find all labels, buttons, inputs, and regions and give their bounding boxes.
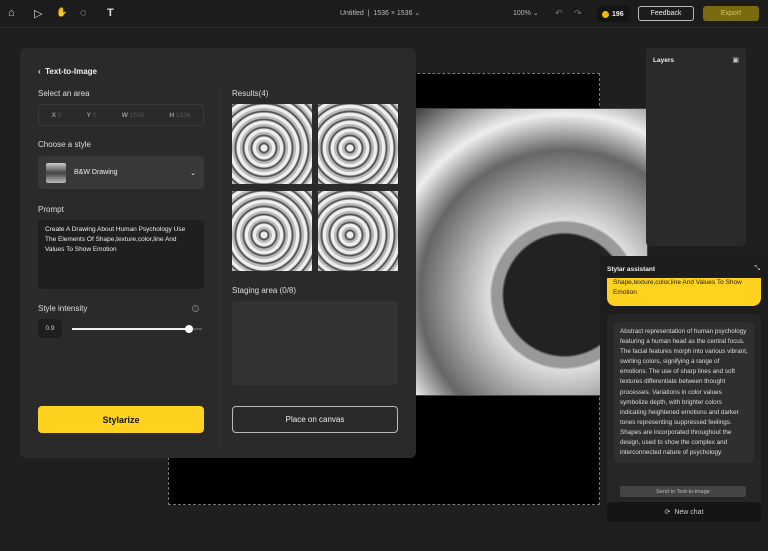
h-value: 1536 bbox=[175, 111, 191, 119]
result-image[interactable] bbox=[318, 191, 398, 271]
assistant-title: Stylar assistant bbox=[607, 266, 656, 273]
y-field[interactable]: Y 0 bbox=[87, 112, 97, 119]
new-chat-label: New chat bbox=[674, 508, 704, 516]
chevron-down-icon: ⌄ bbox=[190, 169, 196, 177]
panel-title-text: Text-to-Image bbox=[45, 67, 97, 76]
style-thumbnail bbox=[46, 162, 66, 183]
back-icon[interactable]: ‹ bbox=[38, 67, 41, 76]
stylarize-button[interactable]: Stylarize bbox=[38, 406, 204, 433]
staging-label: Staging area (0/8) bbox=[232, 286, 297, 295]
text-to-image-panel: ‹ Text-to-Image Select an area X 0 Y 0 W… bbox=[20, 48, 416, 458]
collapse-icon[interactable]: ⤡ bbox=[754, 265, 760, 273]
y-value: 0 bbox=[92, 111, 97, 119]
result-image[interactable] bbox=[232, 104, 312, 184]
choose-style-label: Choose a style bbox=[38, 140, 91, 149]
x-label: X bbox=[51, 111, 56, 119]
prompt-input[interactable]: Create A Drawing About Human Psychology … bbox=[38, 220, 204, 289]
file-name: Untitled bbox=[340, 10, 364, 17]
area-fields: X 0 Y 0 W 1536 H 1536 bbox=[38, 104, 204, 126]
select-tool-icon[interactable]: ▷ bbox=[34, 7, 42, 20]
style-dropdown[interactable]: B&W Drawing ⌄ bbox=[38, 156, 204, 189]
staging-area[interactable] bbox=[232, 301, 398, 385]
result-image[interactable] bbox=[232, 191, 312, 271]
place-on-canvas-button[interactable]: Place on canvas bbox=[232, 406, 398, 433]
hand-tool-icon[interactable]: ✋ bbox=[56, 7, 67, 18]
lasso-tool-icon[interactable]: ◌ bbox=[80, 7, 87, 19]
w-field[interactable]: W 1536 bbox=[122, 112, 144, 119]
info-icon[interactable]: i bbox=[192, 305, 199, 312]
select-area-label: Select an area bbox=[38, 89, 90, 98]
send-to-text-to-image-button[interactable]: Send to Text-to-image bbox=[620, 486, 746, 497]
export-button[interactable]: Export bbox=[703, 6, 759, 21]
style-intensity-label: Style intensity bbox=[38, 304, 88, 313]
zoom-select[interactable]: 100% ⌄ bbox=[513, 9, 539, 17]
top-toolbar: ⌂ ▷ ✋ ◌ T Untitled | 1536 × 1536 ⌄ 100% … bbox=[0, 0, 768, 28]
y-label: Y bbox=[86, 111, 91, 119]
h-field[interactable]: H 1536 bbox=[169, 112, 190, 119]
layers-panel: Layers ▣ bbox=[646, 48, 746, 246]
coin-icon bbox=[602, 10, 609, 18]
coin-balance: 196 bbox=[597, 6, 629, 22]
layers-icon[interactable]: ▣ bbox=[732, 56, 739, 64]
style-name: B&W Drawing bbox=[74, 169, 118, 176]
user-message: Shape,texture,color,line And Values To S… bbox=[607, 278, 761, 306]
undo-icon[interactable]: ↶ bbox=[555, 8, 563, 19]
result-image[interactable] bbox=[318, 104, 398, 184]
file-title[interactable]: Untitled | 1536 × 1536 ⌄ bbox=[340, 9, 420, 17]
intensity-value[interactable]: 0.9 bbox=[38, 319, 62, 338]
x-field[interactable]: X 0 bbox=[52, 112, 62, 119]
assistant-reply: Abstract representation of human psychol… bbox=[614, 322, 754, 464]
coin-count: 196 bbox=[612, 10, 624, 18]
assistant-message: Abstract representation of human psychol… bbox=[607, 314, 761, 514]
canvas-size: 1536 × 1536 ⌄ bbox=[373, 10, 421, 17]
slider-handle[interactable] bbox=[185, 325, 193, 333]
results-label: Results(4) bbox=[232, 89, 269, 98]
h-label: H bbox=[169, 111, 175, 119]
divider bbox=[220, 88, 221, 448]
redo-icon[interactable]: ↷ bbox=[574, 8, 582, 19]
layers-title: Layers bbox=[653, 57, 674, 64]
w-label: W bbox=[121, 111, 128, 119]
text-tool-icon[interactable]: T bbox=[107, 7, 114, 19]
refresh-icon: ⟳ bbox=[664, 509, 671, 516]
panel-title[interactable]: ‹ Text-to-Image bbox=[38, 67, 97, 76]
intensity-slider[interactable] bbox=[72, 328, 202, 330]
w-value: 1536 bbox=[129, 111, 145, 119]
feedback-button[interactable]: Feedback bbox=[638, 6, 694, 21]
home-icon[interactable]: ⌂ bbox=[8, 7, 15, 19]
prompt-label: Prompt bbox=[38, 205, 64, 214]
new-chat-button[interactable]: ⟳ New chat bbox=[607, 502, 761, 522]
slider-fill bbox=[72, 328, 189, 330]
x-value: 0 bbox=[57, 111, 62, 119]
